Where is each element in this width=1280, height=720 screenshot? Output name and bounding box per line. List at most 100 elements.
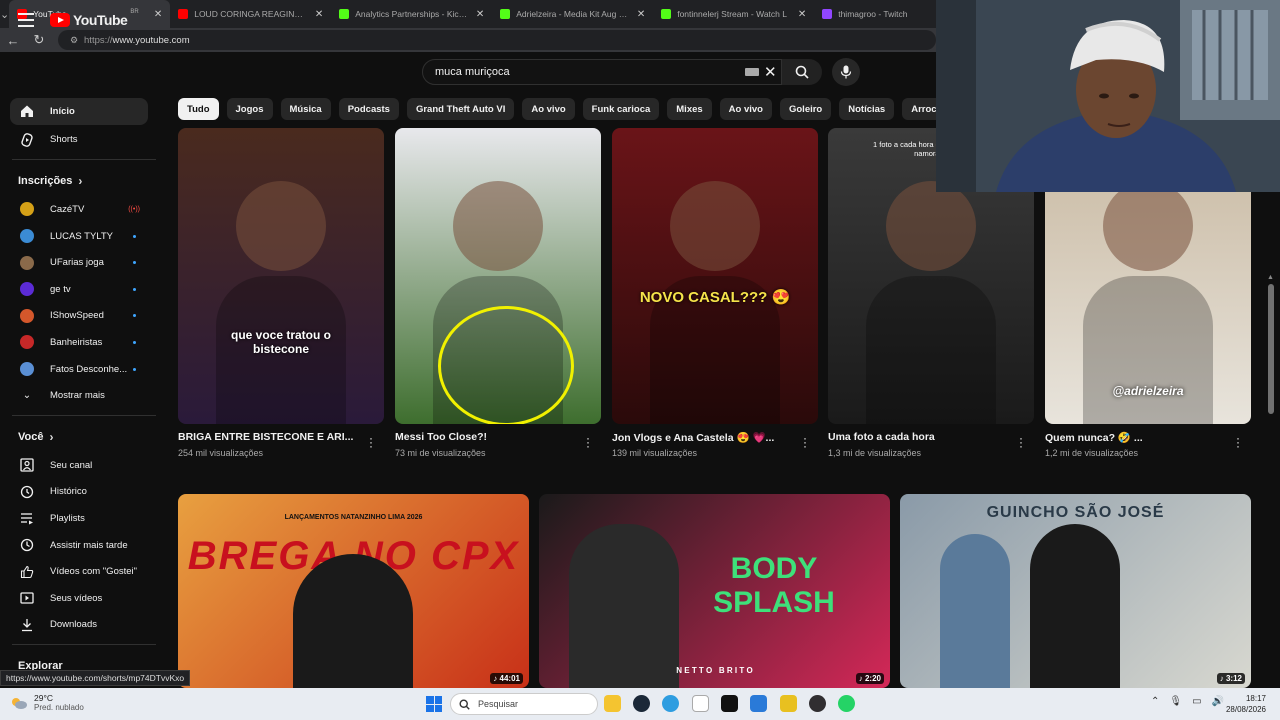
- sidebar-subscription[interactable]: LUCAS TYLTY: [0, 223, 160, 250]
- browser-tab[interactable]: Adrielzeira - Media Kit Aug 28, 20 ✕: [492, 0, 653, 28]
- whatsapp-icon[interactable]: [838, 695, 855, 712]
- short-views: 73 mi de visualizações: [395, 448, 486, 458]
- highlight-circle: [438, 306, 574, 424]
- youtube-logo[interactable]: YouTube BR: [50, 9, 139, 28]
- tray-chevron-icon[interactable]: ⌃: [1151, 696, 1159, 707]
- tray-network-icon[interactable]: ▭: [1192, 696, 1201, 707]
- tab-close-icon[interactable]: ✕: [476, 9, 484, 20]
- address-bar[interactable]: ⚙ https://www.youtube.com: [57, 30, 936, 50]
- tray-volume-icon[interactable]: 🔊: [1212, 696, 1224, 707]
- sidebar-divider: [12, 414, 156, 416]
- sidebar-item-download[interactable]: Downloads: [0, 612, 160, 639]
- more-options-icon[interactable]: · · ·: [584, 432, 592, 452]
- channel-avatar: [20, 229, 34, 244]
- clear-search-icon[interactable]: ✕: [764, 63, 777, 81]
- more-options-icon[interactable]: · · ·: [1017, 432, 1025, 452]
- sidebar-subscription[interactable]: Banheiristas: [0, 329, 160, 356]
- short-thumbnail[interactable]: [395, 128, 601, 424]
- menu-hamburger-icon[interactable]: [18, 13, 34, 27]
- steam-icon[interactable]: [633, 695, 650, 712]
- tab-title: LOUD CORINGA REAGINDO AO TI: [194, 9, 309, 19]
- sidebar-item-history[interactable]: Histórico: [0, 479, 160, 506]
- sidebar-item-shorts[interactable]: Shorts: [0, 127, 160, 154]
- search-input[interactable]: muca muriçoca: [422, 59, 782, 85]
- filter-chip[interactable]: Goleiro: [779, 98, 832, 120]
- filter-chip[interactable]: Funk carioca: [582, 98, 660, 120]
- short-title[interactable]: Jon Vlogs e Ana Castela 😍 💗...: [612, 431, 792, 444]
- sidebar-item-home[interactable]: Início: [10, 98, 148, 125]
- more-options-icon[interactable]: · · ·: [1234, 432, 1242, 452]
- video-thumbnail[interactable]: LANÇAMENTOS NATANZINHO LIMA 2026 BREGA NO…: [178, 494, 529, 688]
- more-options-icon[interactable]: · · ·: [801, 432, 809, 452]
- browser-tab[interactable]: Analytics Partnerships - Kick Dash ✕: [331, 0, 492, 28]
- filter-chip[interactable]: Tudo: [178, 98, 219, 120]
- show-more-button[interactable]: ⌄ Mostrar mais: [0, 382, 160, 409]
- video-thumbnail[interactable]: BODY SPLASH N E T T O B R I T O ♪ 2:20: [539, 494, 890, 688]
- taskbar-search[interactable]: Pesquisar: [450, 693, 598, 715]
- tray-mic-icon[interactable]: 🎙: [1169, 696, 1182, 707]
- short-thumbnail[interactable]: NOVO CASAL??? 😍: [612, 128, 818, 424]
- filter-chip[interactable]: Música: [280, 98, 331, 120]
- browser-tab[interactable]: fontinnelerj Stream - Watch L ✕: [653, 0, 814, 28]
- sidebar-item-your-videos[interactable]: Seus vídeos: [0, 585, 160, 612]
- tab-favicon-icon: [500, 9, 511, 19]
- video-thumbnail[interactable]: GUINCHO SÃO JOSÉ ♪ 3:12: [900, 494, 1251, 688]
- sidebar-divider: [12, 644, 156, 646]
- app-torch-icon[interactable]: [780, 695, 797, 712]
- sidebar-item-label: Playlists: [50, 512, 85, 524]
- filter-chip[interactable]: Grand Theft Auto VI: [406, 98, 515, 120]
- store-icon[interactable]: [750, 695, 767, 712]
- file-explorer-icon[interactable]: [604, 695, 621, 712]
- tab-close-icon[interactable]: ✕: [154, 9, 162, 20]
- filter-chip[interactable]: Ao vivo: [719, 98, 772, 120]
- reload-icon[interactable]: ↻: [32, 32, 46, 48]
- notepad-icon[interactable]: [692, 695, 709, 712]
- short-title[interactable]: Quem nunca? 🤣 ...: [1045, 431, 1225, 444]
- filter-chip[interactable]: Jogos: [226, 98, 273, 120]
- filter-chip[interactable]: Arrocha: [902, 98, 936, 120]
- sidebar-subscription[interactable]: IShowSpeed: [0, 303, 160, 330]
- you-header[interactable]: Você ›: [0, 422, 160, 452]
- sidebar-item-playlists[interactable]: Playlists: [0, 505, 160, 532]
- tab-close-icon[interactable]: ✕: [798, 9, 806, 20]
- sidebar-subscription[interactable]: CazéTV ((•)): [0, 196, 160, 223]
- windows-start-icon[interactable]: [426, 696, 442, 712]
- site-info-icon[interactable]: ⚙: [70, 35, 78, 46]
- sidebar-subscription[interactable]: Fatos Desconhe...: [0, 356, 160, 383]
- short-thumbnail[interactable]: que voce tratou o bistecone: [178, 128, 384, 424]
- sidebar-item-like[interactable]: Vídeos com "Gostei": [0, 558, 160, 585]
- sidebar-subscription[interactable]: UFarias joga: [0, 249, 160, 276]
- filter-chip[interactable]: Mixes: [667, 98, 712, 120]
- filter-chip[interactable]: Ao vivo: [522, 98, 575, 120]
- short-title[interactable]: Messi Too Close?!: [395, 431, 575, 443]
- keyboard-icon[interactable]: [745, 68, 759, 76]
- sidebar-subscription[interactable]: ge tv: [0, 276, 160, 303]
- you-title: Você: [18, 430, 44, 443]
- weather-widget[interactable]: 29°C Pred. nublado: [10, 693, 84, 712]
- sidebar-item-watch-later[interactable]: Assistir mais tarde: [0, 532, 160, 559]
- filter-chip[interactable]: Notícias: [839, 98, 895, 120]
- status-bar-url: https://www.youtube.com/shorts/mp74DTvvK…: [0, 670, 191, 686]
- sidebar-item-channel[interactable]: Seu canal: [0, 452, 160, 479]
- page-scrollbar-thumb[interactable]: [1268, 284, 1274, 414]
- voice-search-button[interactable]: [832, 58, 860, 86]
- edge-icon[interactable]: [662, 695, 679, 712]
- system-tray: ⌃ 🎙 ▭ 🔊: [1151, 696, 1224, 707]
- tab-close-icon[interactable]: ✕: [637, 9, 645, 20]
- search-button[interactable]: [782, 59, 822, 85]
- subscriptions-header[interactable]: Inscrições ›: [0, 166, 160, 196]
- back-arrow-icon[interactable]: ←: [6, 33, 20, 48]
- taskbar-clock[interactable]: 18:17 28/08/2026: [1226, 693, 1266, 715]
- tab-close-icon[interactable]: ✕: [315, 9, 323, 20]
- short-title[interactable]: Uma foto a cada hora: [828, 431, 1008, 443]
- browser-tab[interactable]: LOUD CORINGA REAGINDO AO TI ✕: [170, 0, 331, 28]
- filter-chip[interactable]: Podcasts: [338, 98, 399, 120]
- tab-search-chevron-icon[interactable]: ⌄: [0, 0, 9, 28]
- short-title[interactable]: BRIGA ENTRE BISTECONE E ARI...: [178, 431, 358, 443]
- app-a-icon[interactable]: [721, 695, 738, 712]
- tab-favicon-icon: [661, 9, 672, 19]
- scroll-up-arrow-icon[interactable]: ▲: [1267, 274, 1274, 281]
- more-options-icon[interactable]: · · ·: [367, 432, 375, 452]
- sidebar-item-label: Seus vídeos: [50, 592, 103, 604]
- obs-icon[interactable]: [809, 695, 826, 712]
